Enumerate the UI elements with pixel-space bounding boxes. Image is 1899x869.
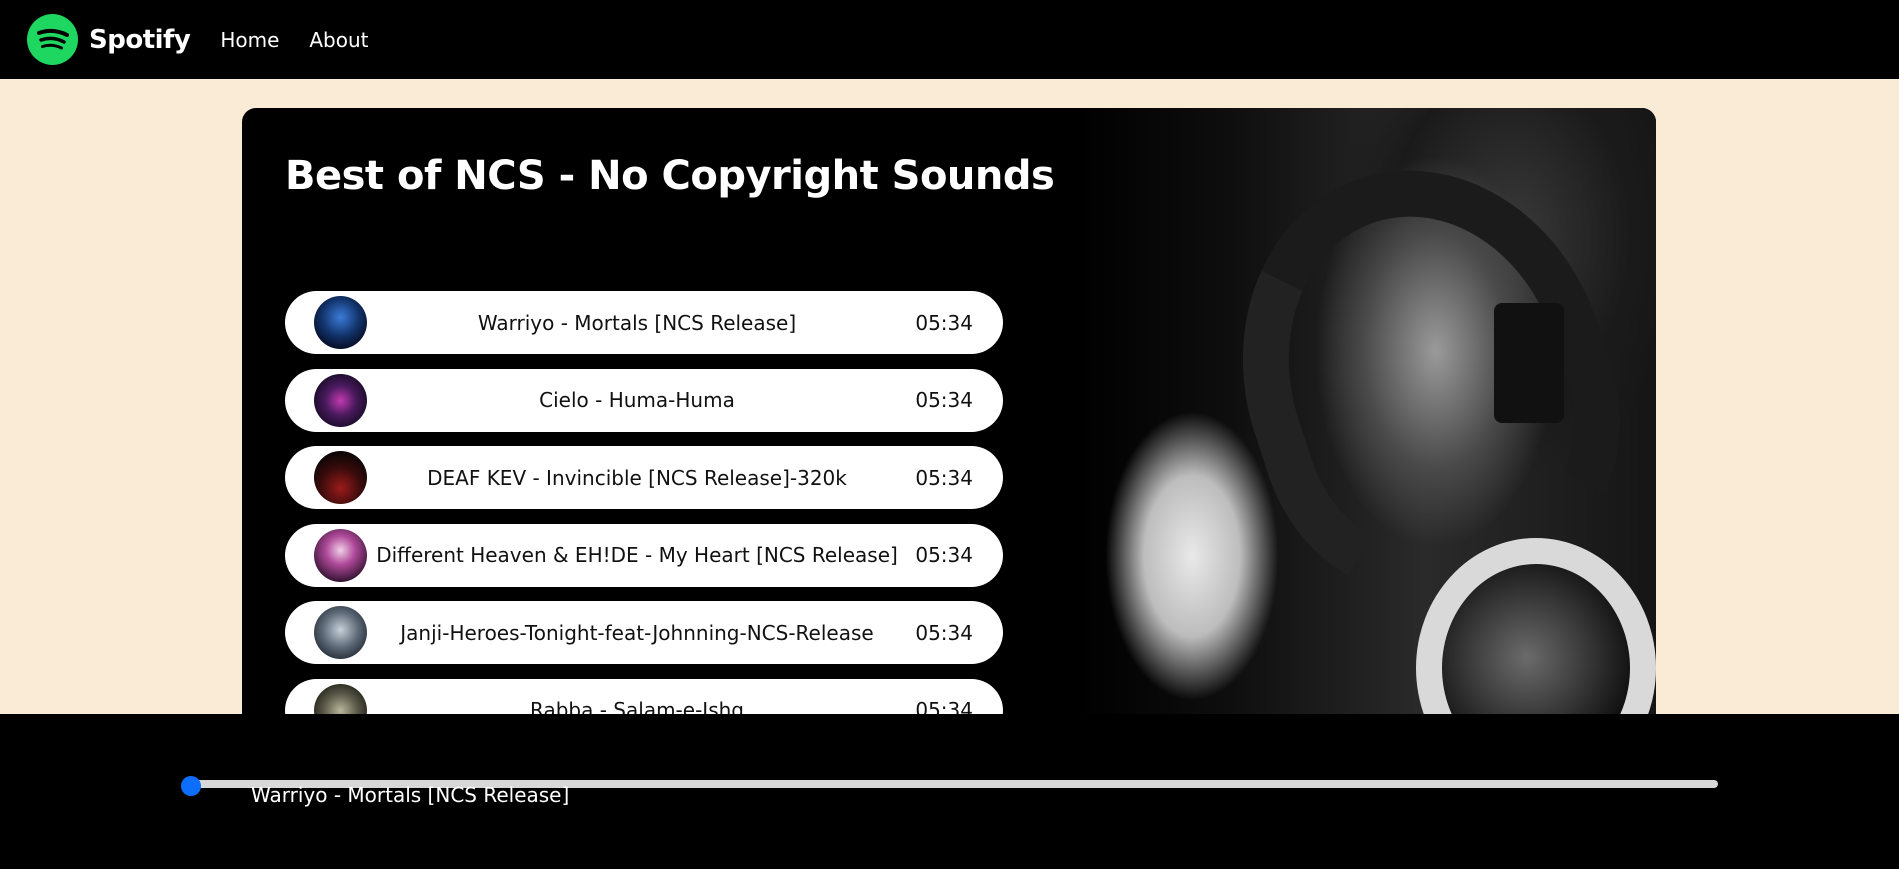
song-item[interactable]: Cielo - Huma-Huma 05:34 bbox=[285, 368, 1003, 432]
song-duration: 05:34 bbox=[915, 310, 973, 335]
song-cover-image bbox=[314, 606, 367, 659]
song-cover-image bbox=[314, 296, 367, 349]
song-cover-image bbox=[314, 451, 367, 504]
song-name: Warriyo - Mortals [NCS Release] bbox=[477, 310, 797, 335]
song-duration: 05:34 bbox=[915, 388, 973, 412]
song-item[interactable]: Janji-Heroes-Tonight-feat-Johnning-NCS-R… bbox=[285, 601, 1003, 664]
now-playing-song: Warriyo - Mortals [NCS Release] bbox=[251, 783, 570, 807]
navbar: Spotify Home About bbox=[0, 0, 1899, 79]
song-name: Cielo - Huma-Huma bbox=[539, 388, 735, 412]
song-item[interactable]: DEAF KEV - Invincible [NCS Release]-320k… bbox=[285, 446, 1003, 509]
song-cover-image bbox=[314, 373, 367, 427]
song-duration: 05:34 bbox=[915, 465, 973, 490]
song-item[interactable]: Warriyo - Mortals [NCS Release] 05:34 bbox=[285, 291, 1003, 354]
playlist-container: Best of NCS - No Copyright Sounds Warriy… bbox=[242, 108, 1656, 748]
song-item[interactable]: Different Heaven & EH!DE - My Heart [NCS… bbox=[285, 523, 1003, 587]
headphone-slider-shape bbox=[1494, 303, 1564, 423]
song-name: DEAF KEV - Invincible [NCS Release]-320k bbox=[427, 465, 847, 490]
song-duration: 05:34 bbox=[915, 620, 973, 645]
hero-headphones-image bbox=[1076, 108, 1656, 748]
progress-thumb[interactable] bbox=[181, 776, 201, 796]
song-cover-image bbox=[314, 528, 367, 582]
song-name: Janji-Heroes-Tonight-feat-Johnning-NCS-R… bbox=[400, 620, 874, 645]
spotify-logo-icon[interactable] bbox=[27, 14, 78, 65]
song-name: Different Heaven & EH!DE - My Heart [NCS… bbox=[376, 543, 898, 567]
song-duration: 05:34 bbox=[915, 543, 973, 567]
song-list: Warriyo - Mortals [NCS Release] 05:34 Ci… bbox=[285, 291, 1003, 748]
nav-about-link[interactable]: About bbox=[309, 28, 368, 52]
playlist-title: Best of NCS - No Copyright Sounds bbox=[285, 153, 1055, 199]
brand-name[interactable]: Spotify bbox=[89, 25, 191, 55]
nav-home-link[interactable]: Home bbox=[220, 28, 279, 52]
